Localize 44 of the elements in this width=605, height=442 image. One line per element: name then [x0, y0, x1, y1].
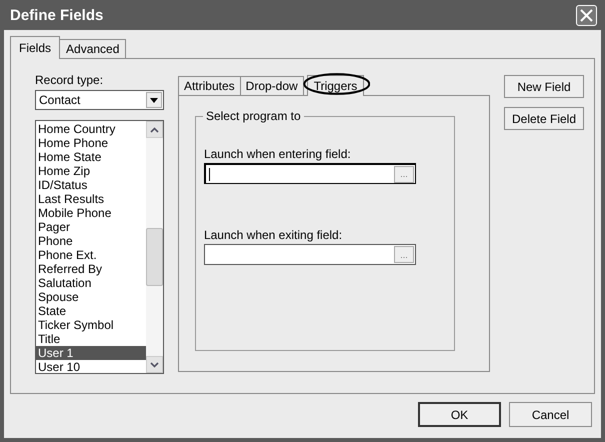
list-item[interactable]: Phone Ext. — [36, 248, 146, 262]
input-field[interactable]: ... — [204, 163, 416, 184]
dialog-button[interactable]: Cancel — [509, 402, 592, 427]
tab[interactable]: Drop-dow — [240, 76, 304, 95]
close-button[interactable] — [576, 4, 597, 26]
list-item[interactable]: Last Results — [36, 192, 146, 206]
chevron-down-icon — [150, 362, 159, 368]
list-item[interactable]: Referred By — [36, 262, 146, 276]
list-item[interactable]: Salutation — [36, 276, 146, 290]
tab[interactable]: Advanced — [59, 39, 126, 58]
list-item[interactable]: Phone — [36, 234, 146, 248]
scrollbar-thumb[interactable] — [146, 228, 163, 286]
chevron-up-icon — [150, 126, 159, 132]
window-title: Define Fields — [10, 6, 104, 24]
group-title: Select program to — [202, 109, 304, 123]
tab[interactable]: Attributes — [178, 76, 241, 95]
list-item[interactable]: Pager — [36, 220, 146, 234]
list-item[interactable]: Home State — [36, 150, 146, 164]
list-item[interactable]: Home Phone — [36, 136, 146, 150]
input-field[interactable]: ... — [204, 244, 416, 265]
list-item[interactable]: State — [36, 304, 146, 318]
record-type-dropdown[interactable]: Contact — [35, 90, 164, 110]
dialog-button[interactable]: OK — [418, 402, 501, 427]
list-item[interactable]: Spouse — [36, 290, 146, 304]
list-item[interactable]: Home Country — [36, 122, 146, 136]
browse-button[interactable]: ... — [394, 166, 414, 182]
list-item[interactable]: Home Zip — [36, 164, 146, 178]
field-button[interactable]: Delete Field — [504, 107, 584, 130]
list-item[interactable]: ID/Status — [36, 178, 146, 192]
tab[interactable]: Fields — [10, 36, 60, 59]
field-button[interactable]: New Field — [504, 75, 584, 98]
close-icon — [580, 8, 593, 22]
browse-button[interactable]: ... — [394, 246, 414, 263]
caret-icon — [150, 98, 158, 102]
record-type-label: Record type: — [35, 73, 104, 87]
scroll-up-button[interactable] — [146, 121, 163, 138]
list-item[interactable]: Ticker Symbol — [36, 318, 146, 332]
list-item[interactable]: Title — [36, 332, 146, 346]
list-item[interactable]: User 1 — [36, 346, 146, 360]
field-label: Launch when entering field: — [204, 147, 351, 161]
list-item[interactable]: User 10 — [36, 360, 146, 373]
scroll-down-button[interactable] — [146, 356, 163, 373]
list-item[interactable]: Mobile Phone — [36, 206, 146, 220]
field-label: Launch when exiting field: — [204, 228, 342, 242]
